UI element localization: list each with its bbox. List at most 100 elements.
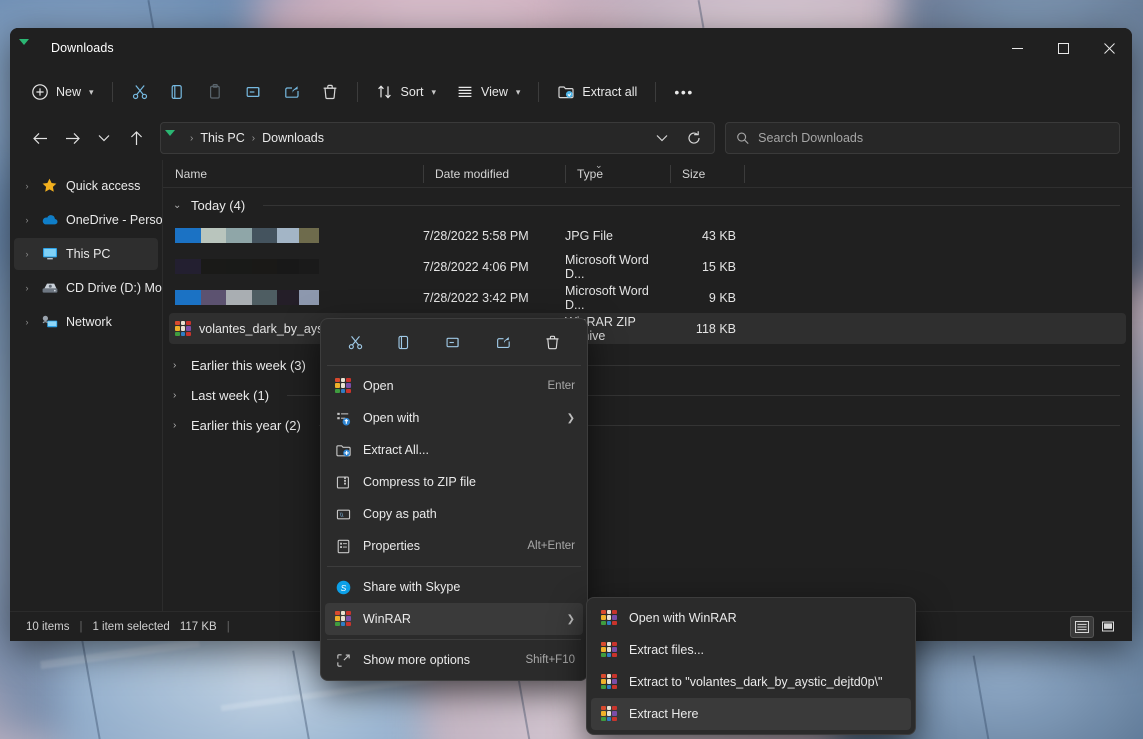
table-row[interactable]: 7/28/2022 4:06 PM Microsoft Word D... 15… [169, 251, 1126, 282]
maximize-button[interactable] [1040, 28, 1086, 68]
context-item-open-with[interactable]: Open with ❯ [325, 402, 583, 434]
winrar-icon [601, 674, 618, 691]
copy-icon [169, 83, 187, 101]
submenu-item-extract-files[interactable]: Extract files... [591, 634, 911, 666]
large-icons-view-button[interactable] [1096, 616, 1120, 638]
back-button[interactable] [24, 122, 56, 154]
chevron-right-icon[interactable]: › [20, 317, 34, 327]
file-name-cell [169, 290, 423, 305]
column-header-size[interactable]: Size [670, 160, 744, 188]
context-item-show-more-options[interactable]: Show more options Shift+F10 [325, 644, 583, 676]
copy-button[interactable] [386, 326, 424, 358]
cut-icon [131, 83, 149, 101]
cut-button[interactable] [122, 75, 158, 109]
minimize-button[interactable] [994, 28, 1040, 68]
file-name-cell [169, 228, 423, 243]
search-box[interactable] [725, 122, 1120, 154]
submenu-item-extract-here[interactable]: Extract Here [591, 698, 911, 730]
extract-all-button[interactable]: Extract all [548, 75, 646, 109]
address-dropdown-button[interactable] [646, 122, 678, 154]
context-item-winrar[interactable]: WinRAR ❯ [325, 603, 583, 635]
toolbar-divider [112, 82, 113, 102]
selection-size-label: 117 KB [180, 621, 217, 633]
rename-button[interactable] [435, 326, 473, 358]
more-options-button[interactable]: ••• [665, 75, 703, 109]
column-header-spacer [744, 160, 756, 188]
table-row[interactable]: 7/28/2022 5:58 PM JPG File 43 KB [169, 220, 1126, 251]
share-icon [283, 83, 301, 101]
context-item-extract-all[interactable]: Extract All... [325, 434, 583, 466]
chevron-right-icon[interactable]: › [173, 390, 183, 401]
chevron-right-icon[interactable]: › [20, 249, 34, 259]
chevron-right-icon[interactable]: › [20, 181, 34, 191]
sidebar-item-quick-access[interactable]: › Quick access [14, 170, 158, 202]
copy-button[interactable] [160, 75, 196, 109]
context-item-label: WinRAR [363, 612, 556, 626]
sidebar-item-cd-drive[interactable]: › CD Drive (D:) Mobile [14, 272, 158, 304]
submenu-item-open-with-winrar[interactable]: Open with WinRAR [591, 602, 911, 634]
copy-icon [396, 334, 413, 351]
chevron-right-icon[interactable]: › [173, 360, 183, 371]
breadcrumb-downloads[interactable]: Downloads [256, 128, 330, 148]
cut-button[interactable] [337, 326, 375, 358]
details-view-button[interactable] [1070, 616, 1094, 638]
sidebar-item-onedrive[interactable]: › OneDrive - Personal [14, 204, 158, 236]
table-row[interactable]: 7/28/2022 3:42 PM Microsoft Word D... 9 … [169, 282, 1126, 313]
submenu-item-label: Extract Here [629, 707, 903, 721]
chevron-right-icon[interactable]: › [173, 420, 183, 431]
submenu-item-extract-to-folder[interactable]: Extract to "volantes_dark_by_aystic_dejt… [591, 666, 911, 698]
chevron-right-icon[interactable]: › [20, 215, 34, 225]
column-header-type[interactable]: Type [565, 160, 670, 188]
sidebar-item-network[interactable]: › Network [14, 306, 158, 338]
chevron-down-icon[interactable]: ⌄ [173, 200, 183, 211]
group-header-last-week[interactable]: › Last week (1) [163, 380, 1132, 410]
sort-button[interactable]: Sort ▾ [367, 75, 445, 109]
ellipsis-icon: ••• [674, 85, 694, 99]
navigation-bar: › This PC › Downloads [10, 116, 1132, 160]
refresh-button[interactable] [678, 122, 710, 154]
context-item-share-with-skype[interactable]: S Share with Skype [325, 571, 583, 603]
redacted-filename [175, 259, 319, 274]
recent-locations-button[interactable] [88, 122, 120, 154]
paste-button[interactable] [198, 75, 234, 109]
file-name-cell [169, 259, 423, 274]
context-item-open[interactable]: Open Enter [325, 370, 583, 402]
new-button[interactable]: New ▾ [22, 75, 103, 109]
column-header-name[interactable]: Name [163, 160, 423, 188]
plus-circle-icon [31, 83, 49, 101]
group-header-earlier-this-week[interactable]: › Earlier this week (3) [163, 350, 1132, 380]
group-header-today[interactable]: ⌄ Today (4) [163, 190, 1132, 220]
share-button[interactable] [274, 75, 310, 109]
sidebar-item-this-pc[interactable]: › This PC [14, 238, 158, 270]
context-item-properties[interactable]: Properties Alt+Enter [325, 530, 583, 562]
zip-icon [335, 474, 352, 491]
delete-button[interactable] [533, 326, 571, 358]
group-header-earlier-this-year[interactable]: › Earlier this year (2) [163, 410, 1132, 440]
view-button[interactable]: View ▾ [447, 75, 529, 109]
search-input[interactable] [758, 131, 1109, 145]
delete-button[interactable] [312, 75, 348, 109]
forward-button[interactable] [56, 122, 88, 154]
copy-path-icon: \\ [335, 506, 352, 523]
title-bar[interactable]: Downloads [10, 28, 1132, 68]
rename-button[interactable] [236, 75, 272, 109]
table-row-selected[interactable]: volantes_dark_by_aystic_dejtd0p 7/28/202… [169, 313, 1126, 344]
paste-icon [207, 83, 225, 101]
column-header-date-modified[interactable]: Date modified [423, 160, 565, 188]
toolbar-divider-3 [538, 82, 539, 102]
sort-icon [376, 83, 394, 101]
breadcrumb-this-pc[interactable]: This PC [194, 128, 250, 148]
winrar-submenu: Open with WinRAR Extract files... Extrac… [586, 597, 916, 735]
close-button[interactable] [1086, 28, 1132, 68]
address-bar[interactable]: › This PC › Downloads [160, 122, 715, 154]
up-button[interactable] [120, 122, 152, 154]
share-button[interactable] [484, 326, 522, 358]
monitor-icon [41, 245, 59, 263]
star-icon [41, 177, 59, 195]
chevron-right-icon[interactable]: › [20, 283, 34, 293]
context-item-compress-to-zip[interactable]: Compress to ZIP file [325, 466, 583, 498]
file-size-cell: 43 KB [670, 229, 744, 243]
file-size-cell: 9 KB [670, 291, 744, 305]
group-label: Last week (1) [191, 388, 269, 403]
context-item-copy-as-path[interactable]: \\ Copy as path [325, 498, 583, 530]
